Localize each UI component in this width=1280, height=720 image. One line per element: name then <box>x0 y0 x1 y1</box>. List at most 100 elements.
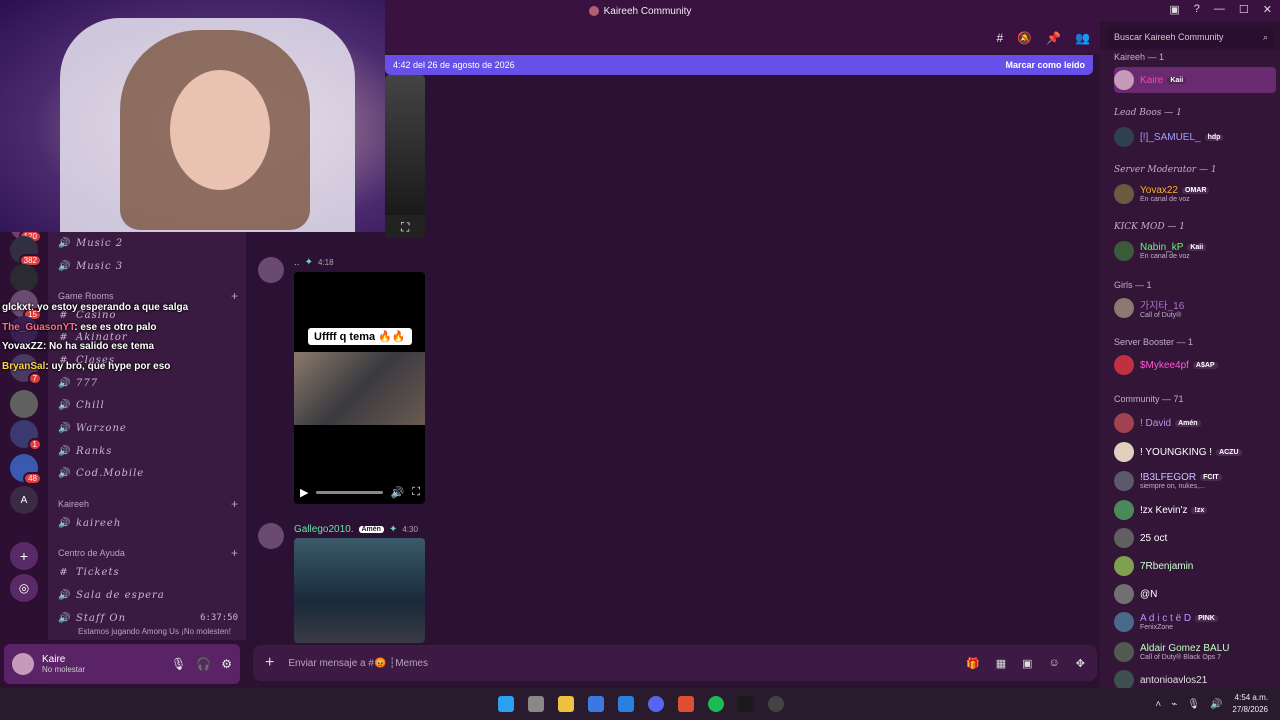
mic-icon[interactable]: 🎙 <box>171 657 186 671</box>
server-icon[interactable] <box>10 264 38 292</box>
server-icon[interactable] <box>10 390 38 418</box>
voice-channel-icon: 🔊 <box>58 517 72 529</box>
channel-item[interactable]: 🔊 Music 2 <box>58 233 238 253</box>
image-embed[interactable] <box>294 538 425 643</box>
play-icon[interactable]: ▶ <box>300 486 308 499</box>
avatar <box>1114 355 1134 375</box>
task-view-icon[interactable] <box>528 696 544 712</box>
add-channel-icon[interactable]: + <box>231 546 238 560</box>
video-embed-1[interactable]: ⛶ <box>385 75 425 238</box>
server-icon[interactable]: 48 <box>10 454 42 485</box>
member-activity: Call of Duty® <box>1140 312 1182 319</box>
member-item[interactable]: !zx Kevin'z !zx <box>1114 497 1276 523</box>
category-header[interactable]: Kaireeh + <box>58 496 238 512</box>
add-channel-icon[interactable]: + <box>231 497 238 511</box>
member-item[interactable]: $Mykee4pf A$AP <box>1114 352 1276 378</box>
pin-icon[interactable]: 📌 <box>1046 31 1061 45</box>
channel-item[interactable]: 🔊 kaireeh <box>58 513 238 533</box>
store-icon[interactable] <box>588 696 604 712</box>
progress-bar[interactable] <box>316 491 383 494</box>
members-icon[interactable]: 👥 <box>1075 31 1090 45</box>
new-messages-bar[interactable]: 4:42 del 26 de agosto de 2026 Marcar com… <box>385 55 1093 75</box>
discover-icon[interactable]: ◎ <box>10 574 38 602</box>
emoji-icon[interactable]: ☺ <box>1049 657 1060 670</box>
member-item[interactable]: Kaire Kaii <box>1114 67 1276 93</box>
member-item[interactable]: ! David Amén <box>1114 410 1276 436</box>
volume-icon[interactable]: 🔊 <box>391 486 405 499</box>
category-header[interactable]: Centro de Ayuda + <box>58 545 238 561</box>
spotify-icon[interactable] <box>708 696 724 712</box>
member-info: Aldair Gomez BALU Call of Duty® Black Ops… <box>1140 643 1229 661</box>
brave-icon[interactable] <box>678 696 694 712</box>
member-item[interactable]: 7Rbenjamin <box>1114 553 1276 579</box>
channel-item[interactable]: 🔊 Chill <box>58 396 238 416</box>
search-input[interactable]: Buscar Kaireeh Community ⌕ <box>1108 27 1274 47</box>
server-icon[interactable]: A <box>10 486 38 514</box>
member-item[interactable]: Yovax22 OMAR En canal de voz <box>1114 181 1276 207</box>
channel-item[interactable]: 🔊 Music 3 <box>58 256 238 276</box>
avatar <box>1114 556 1134 576</box>
mark-read-button[interactable]: Marcar como leído <box>1005 60 1085 70</box>
member-item[interactable]: @N <box>1114 581 1276 607</box>
server-icon[interactable]: 1 <box>10 420 42 451</box>
edge-icon[interactable] <box>618 696 634 712</box>
member-item[interactable]: 25 oct <box>1114 525 1276 551</box>
apps-icon[interactable]: ✥ <box>1076 657 1085 670</box>
clock[interactable]: 4:54 a.m. 27/8/2026 <box>1232 692 1268 716</box>
channel-item[interactable]: 🔊 Staff On 6:37:50 <box>58 608 238 628</box>
close-button[interactable]: ✕ <box>1263 3 1272 16</box>
add-server-icon[interactable]: + <box>10 542 38 570</box>
video-embed-2[interactable]: Uffff q tema 🔥🔥 ▶ 🔊 ⛶ <box>294 272 425 504</box>
sticker-icon[interactable]: ▣ <box>1022 657 1032 670</box>
minimize-button[interactable]: — <box>1214 3 1225 16</box>
member-item[interactable]: 가지타_16 Call of Duty® <box>1114 295 1276 321</box>
message-composer[interactable]: + Enviar mensaje a #😡 ┆Memes 🎁 ▦ ▣ ☺ ✥ <box>253 645 1097 681</box>
username[interactable]: Gallego2010. <box>294 524 354 535</box>
server-icon[interactable]: 382 <box>10 236 42 267</box>
channel-item[interactable]: 🔊 Cod.Mobile <box>58 464 238 484</box>
help-icon[interactable]: ? <box>1194 3 1200 16</box>
member-item[interactable]: A d i c t ë D PINK FenixZone <box>1114 609 1276 635</box>
attach-icon[interactable]: + <box>265 654 274 672</box>
obs-icon[interactable] <box>768 696 784 712</box>
threads-icon[interactable]: # <box>996 31 1003 45</box>
chevron-up-icon[interactable]: ˄ <box>1155 699 1161 710</box>
fullscreen-icon[interactable]: ⛶ <box>401 220 409 235</box>
mic-icon[interactable]: 🎙 <box>1187 699 1200 710</box>
member-item[interactable]: Nabin_kP Kaii En canal de voz <box>1114 238 1276 264</box>
start-icon[interactable] <box>498 696 514 712</box>
channel-item[interactable]: 🔊 Ranks <box>58 441 238 461</box>
gif-icon[interactable]: ▦ <box>996 657 1006 670</box>
channel-item[interactable]: # Tickets <box>58 562 238 582</box>
composer-input[interactable]: Enviar mensaje a #😡 ┆Memes <box>288 658 428 669</box>
maximize-button[interactable]: ☐ <box>1239 3 1249 16</box>
settings-icon[interactable]: ⚙ <box>221 657 232 671</box>
member-group-header: Server Booster — 1 <box>1114 337 1194 347</box>
chat-username: The_GuasonYT <box>2 321 75 333</box>
member-item[interactable]: Aldair Gomez BALU Call of Duty® Black Ops… <box>1114 639 1276 665</box>
mute-icon[interactable]: 🔕 <box>1017 31 1032 45</box>
avatar[interactable] <box>258 523 284 549</box>
member-item[interactable]: ! YOUNGKING ! ACZU <box>1114 439 1276 465</box>
username[interactable]: .. <box>294 257 300 268</box>
unread-badge: 48 <box>23 472 42 485</box>
channel-item[interactable]: 🔊 Sala de espera <box>58 585 238 605</box>
streamer-face <box>170 70 270 190</box>
terminal-icon[interactable] <box>738 696 754 712</box>
wifi-icon[interactable]: ⌁ <box>1171 699 1177 710</box>
stream-chat-line: YovaxZZ: No ha salido ese tema <box>2 341 242 361</box>
member-item[interactable]: [!]_SAMUEL_ hdp <box>1114 124 1276 150</box>
member-item[interactable]: !B3LFEGOR FCIT siempre on, nukes,... <box>1114 468 1276 494</box>
member-name-row: Yovax22 OMAR <box>1140 185 1210 196</box>
headphones-icon[interactable]: 🎧 <box>196 657 211 671</box>
avatar[interactable] <box>258 257 284 283</box>
gift-icon[interactable]: 🎁 <box>966 657 980 670</box>
add-channel-icon[interactable]: + <box>231 289 238 303</box>
volume-icon[interactable]: 🔊 <box>1210 699 1222 710</box>
avatar[interactable] <box>12 653 34 675</box>
channel-item[interactable]: 🔊 Warzone <box>58 419 238 439</box>
file-explorer-icon[interactable] <box>558 696 574 712</box>
discord-icon[interactable] <box>648 696 664 712</box>
inbox-icon[interactable]: ▣ <box>1169 3 1179 16</box>
fullscreen-icon[interactable]: ⛶ <box>412 486 420 499</box>
